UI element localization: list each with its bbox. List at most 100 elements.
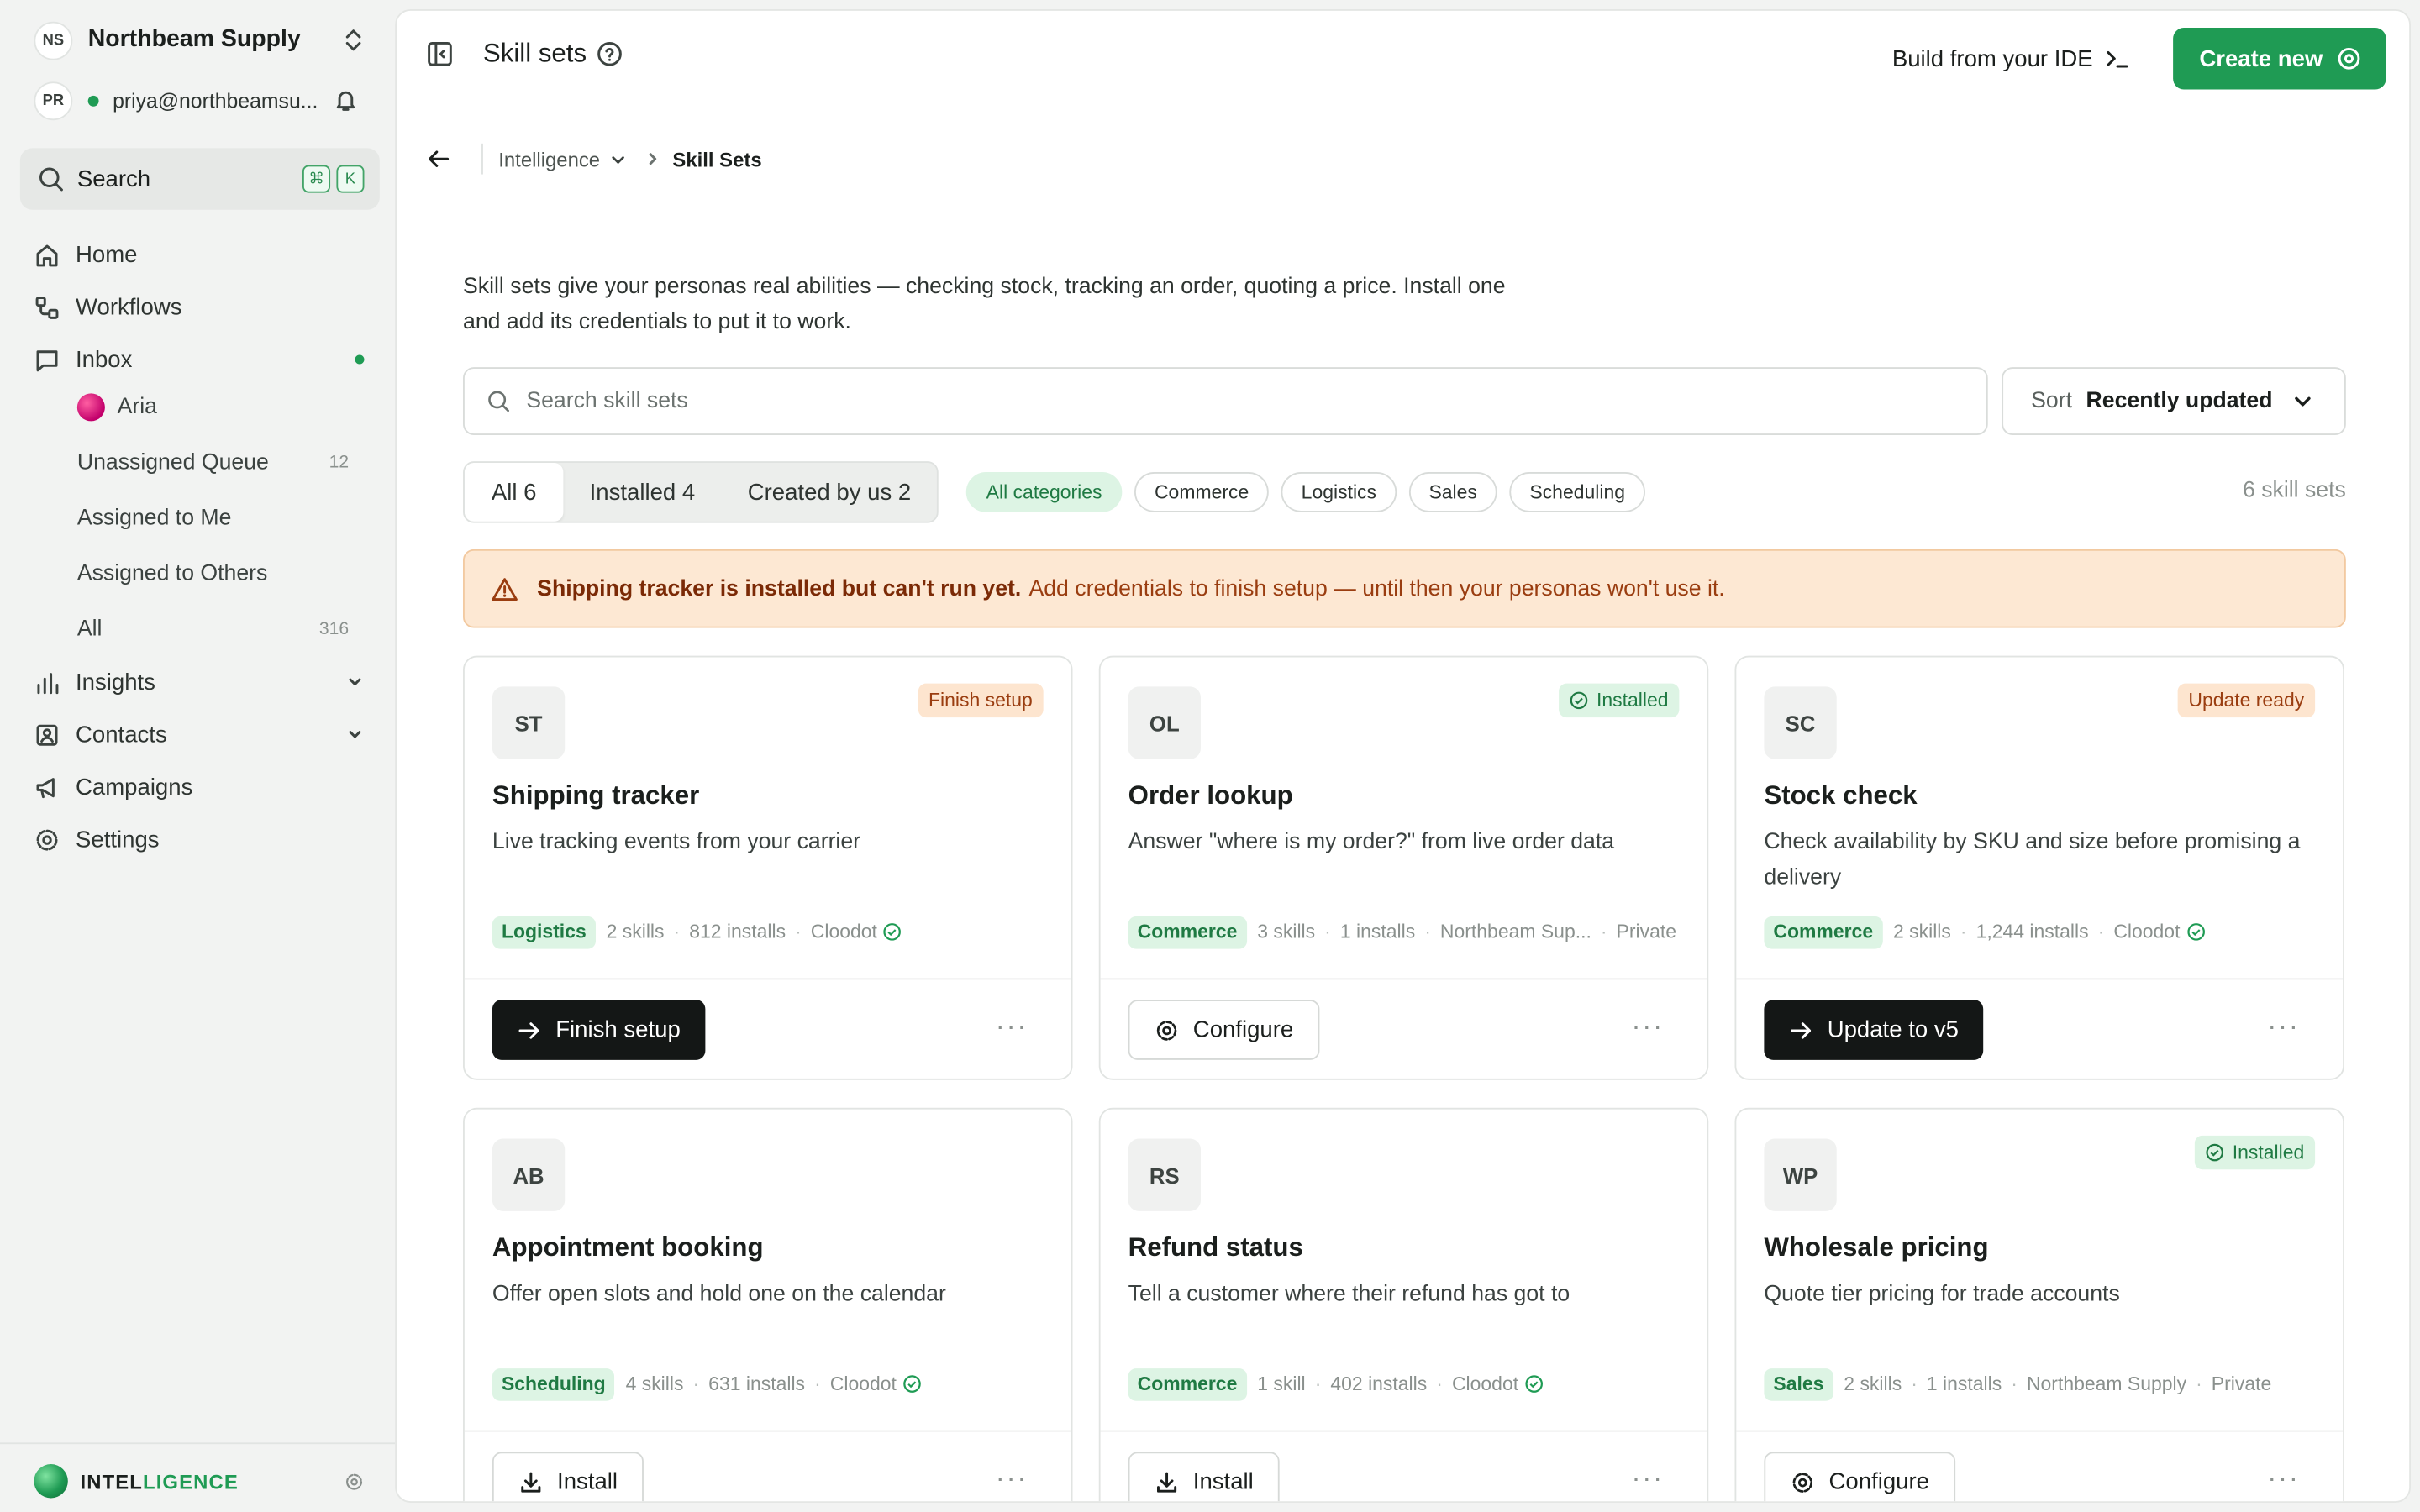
more-options-icon[interactable]: ··· (2267, 1011, 2300, 1043)
install-count: 812 installs (689, 921, 786, 943)
skill-meta: Sales 2 skills · 1 installs · Northbeam Su… (1764, 1367, 2271, 1400)
skill-description: Quote tier pricing for trade accounts (1764, 1282, 2120, 1307)
skill-card[interactable]: RS Refund status Tell a customer where t… (1098, 1107, 1709, 1502)
chip-sales[interactable]: Sales (1408, 472, 1497, 512)
status-badge: Installed (1559, 683, 1680, 718)
sidebar-search[interactable]: Search ⌘ K (19, 148, 380, 210)
inbox-item-all[interactable]: All 316 (77, 608, 352, 651)
skill-description: Tell a customer where their refund has g… (1128, 1282, 1570, 1307)
category-tag: Commerce (1764, 916, 1883, 948)
sort-dropdown[interactable]: Sort Recently updated (2002, 367, 2346, 435)
sidebar-item-insights[interactable]: Insights (34, 659, 370, 705)
install-button[interactable]: Install (1128, 1452, 1280, 1502)
finish-setup-button[interactable]: Finish setup (492, 1000, 706, 1060)
tab-all[interactable]: All 6 (464, 463, 564, 522)
skill-search-input[interactable] (526, 388, 1916, 414)
inbox-item-count: 316 (318, 620, 350, 639)
skill-count: 3 skills (1257, 921, 1316, 943)
install-label: Install (1192, 1468, 1254, 1495)
org-name: Northbeam Supply (87, 26, 301, 53)
bell-icon[interactable] (334, 88, 358, 113)
sidebar-item-campaigns[interactable]: Campaigns (34, 764, 192, 810)
online-status-dot (87, 94, 99, 106)
publisher: Cloodot (829, 1373, 897, 1395)
meta-separator: · (1960, 921, 1967, 943)
skill-search-field[interactable] (463, 367, 1988, 435)
sidebar-item-home[interactable]: Home (34, 232, 137, 278)
skill-monogram: ST (492, 686, 566, 759)
meta-separator: · (1324, 921, 1331, 943)
search-icon (487, 389, 511, 413)
check-circle-icon (2206, 1143, 2224, 1162)
chip-scheduling[interactable]: Scheduling (1509, 472, 1645, 512)
skill-name: Refund status (1128, 1232, 1303, 1263)
chip-all-categories[interactable]: All categories (965, 472, 1123, 512)
inbox-item-assigned-others[interactable]: Assigned to Others (77, 553, 268, 596)
inbox-item-aria[interactable]: Aria (76, 386, 157, 428)
skill-card[interactable]: WP Installed Wholesale pricing Quote tie… (1734, 1107, 2344, 1502)
user-account[interactable]: PR priya@northbeamsu... (34, 81, 373, 121)
skill-card[interactable]: OL Installed Order lookup Answer "where … (1098, 655, 1709, 1080)
breadcrumb-parent[interactable]: Intelligence (498, 147, 626, 171)
check-circle-icon (1570, 691, 1589, 710)
skill-count: 2 skills (606, 921, 665, 943)
terminal-icon (2105, 46, 2129, 71)
tab-installed[interactable]: Installed 4 (563, 463, 721, 522)
category-tag: Commerce (1128, 916, 1247, 948)
build-from-ide-button[interactable]: Build from your IDE (1892, 40, 2130, 77)
update-button[interactable]: Update to v5 (1764, 1000, 1984, 1060)
help-icon[interactable] (596, 40, 623, 68)
tab-created-by-us[interactable]: Created by us 2 (721, 463, 937, 522)
back-arrow-icon[interactable] (426, 146, 450, 171)
setup-warning-banner: Shipping tracker is installed but can't … (463, 549, 2346, 628)
download-icon (518, 1469, 543, 1494)
sidebar-item-contacts[interactable]: Contacts (34, 711, 370, 758)
sidebar-toggle-icon[interactable] (426, 40, 454, 68)
aria-avatar (76, 393, 105, 422)
org-switcher[interactable]: NS Northbeam Supply (34, 20, 373, 60)
sort-label: Sort (2031, 388, 2072, 414)
breadcrumb-current: Skill Sets (672, 147, 762, 171)
more-options-icon[interactable]: ··· (996, 1462, 1028, 1495)
chevron-down-icon (345, 725, 364, 743)
inbox-item-unassigned[interactable]: Unassigned Queue 12 (77, 441, 352, 484)
more-options-icon[interactable]: ··· (2267, 1462, 2300, 1495)
skill-card[interactable]: AB Appointment booking Offer open slots … (463, 1107, 1073, 1502)
visibility: Private (1616, 921, 1677, 943)
k-key: K (336, 165, 365, 193)
gear-icon[interactable] (345, 1471, 365, 1491)
warning-triangle-icon (491, 575, 518, 602)
app-root: NS Northbeam Supply PR priya@northbeamsu… (0, 0, 2420, 1512)
megaphone-icon (34, 774, 60, 800)
inbox-item-label: Assigned to Me (76, 506, 232, 531)
install-button[interactable]: Install (492, 1452, 644, 1502)
create-new-button[interactable]: Create new (2173, 28, 2386, 90)
skill-card[interactable]: SC Update ready Stock check Check availa… (1734, 655, 2344, 1080)
skill-count: 1 skill (1257, 1373, 1306, 1395)
more-options-icon[interactable]: ··· (1631, 1462, 1664, 1495)
chip-logistics[interactable]: Logistics (1281, 472, 1397, 512)
chip-commerce[interactable]: Commerce (1134, 472, 1270, 512)
configure-button[interactable]: Configure (1764, 1452, 1956, 1502)
skill-description: Check availability by SKU and size befor… (1764, 830, 2301, 890)
chevron-updown-icon (343, 28, 365, 52)
sidebar-divider (0, 1442, 396, 1445)
sidebar-item-inbox[interactable]: Inbox (34, 336, 370, 382)
card-footer: Update to v5 ··· (1736, 978, 2344, 1078)
skill-name: Appointment booking (492, 1232, 764, 1263)
inbox-item-assigned-me[interactable]: Assigned to Me (77, 496, 232, 539)
cmd-key: ⌘ (302, 165, 331, 193)
more-options-icon[interactable]: ··· (1631, 1011, 1664, 1043)
more-options-icon[interactable]: ··· (996, 1011, 1028, 1043)
main-panel: Skill sets Build from your IDE Create ne… (395, 9, 2411, 1503)
sidebar-item-workflows[interactable]: Workflows (34, 284, 182, 330)
skill-card[interactable]: ST Finish setup Shipping tracker Live tr… (463, 655, 1073, 1080)
publisher: Cloodot (2113, 921, 2181, 943)
workflow-icon (34, 294, 60, 320)
configure-button[interactable]: Configure (1128, 1000, 1320, 1060)
meta-separator: · (673, 921, 681, 943)
sidebar-item-label: Home (76, 241, 138, 268)
category-tag: Commerce (1128, 1368, 1247, 1400)
sidebar-item-settings[interactable]: Settings (34, 816, 160, 863)
category-tag: Sales (1764, 1368, 1833, 1400)
